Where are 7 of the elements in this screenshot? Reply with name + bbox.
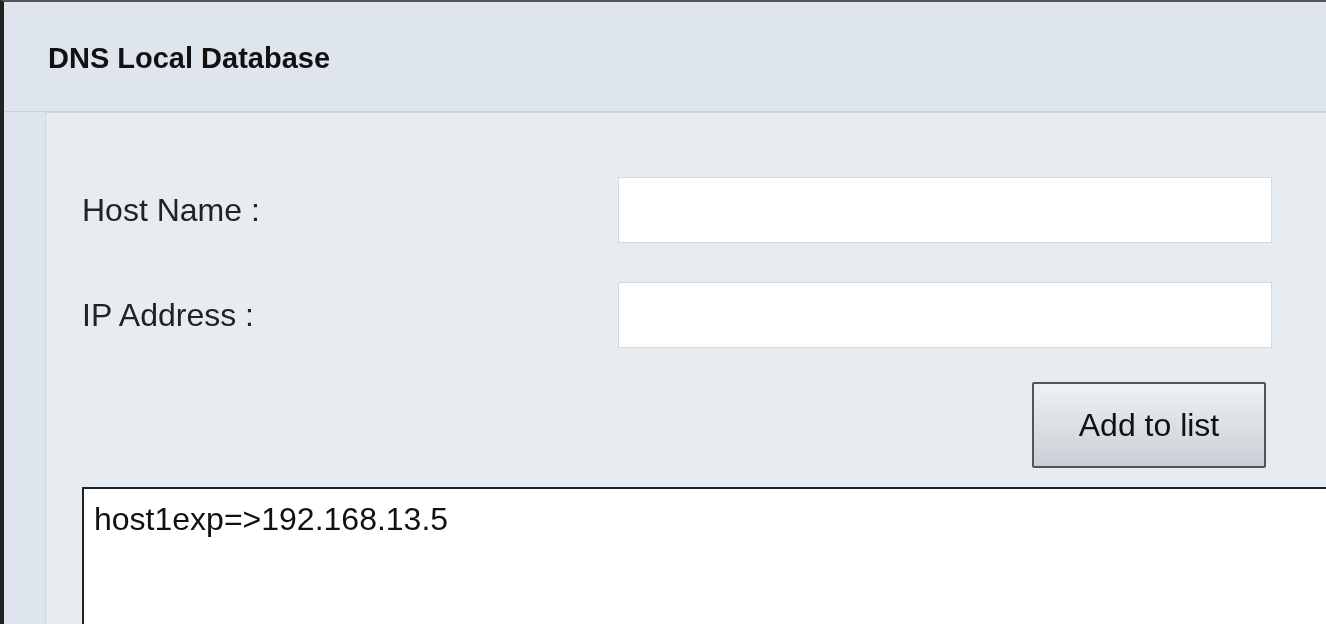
input-field[interactable]	[618, 177, 1272, 243]
list-item[interactable]: host1exp=>192.168.13.5	[94, 501, 449, 538]
field-label: Host Name :	[82, 191, 261, 229]
add-button[interactable]: Add to list	[1032, 382, 1266, 468]
field-label: IP Address :	[82, 296, 255, 334]
section-title: DNS Local Database	[48, 42, 331, 75]
input-field[interactable]	[618, 282, 1272, 348]
